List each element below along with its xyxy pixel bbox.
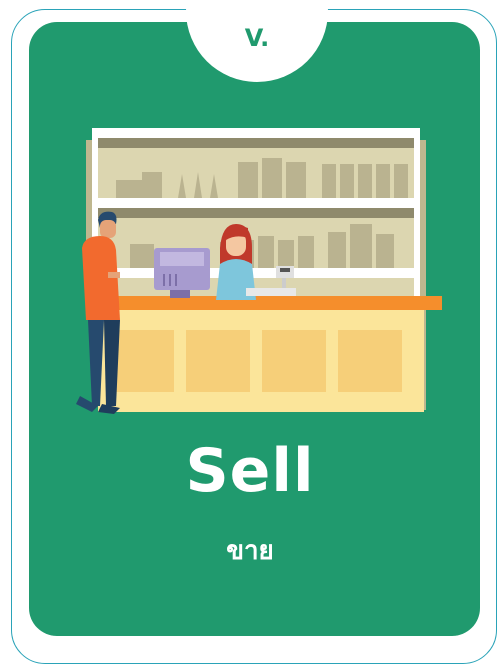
part-of-speech-label: V. (244, 24, 270, 52)
vocabulary-word: Sell (185, 436, 315, 506)
shop-counter (92, 296, 442, 412)
shop-counter-illustration (76, 128, 442, 414)
thai-translation: ขาย (226, 536, 274, 566)
